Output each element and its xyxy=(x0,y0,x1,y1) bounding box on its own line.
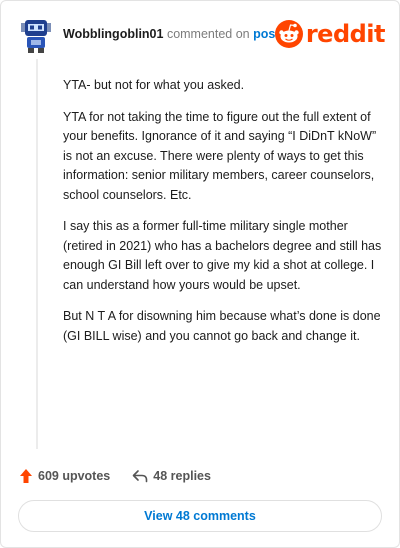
robot-avatar-icon xyxy=(21,20,51,53)
avatar[interactable] xyxy=(19,17,53,53)
upvote-button[interactable]: 609 upvotes xyxy=(19,468,110,484)
author-line: Wobblingoblin01 commented on post xyxy=(63,26,280,42)
reddit-logo[interactable]: reddit xyxy=(274,19,386,49)
comment-actions: 609 upvotes 48 replies xyxy=(19,466,211,486)
upvote-arrow-icon xyxy=(20,469,32,483)
action-text: commented on xyxy=(166,27,250,41)
comment-card: Wobblingoblin01 commented on post reddit… xyxy=(0,0,400,548)
reply-count: 48 replies xyxy=(153,469,211,483)
comment-paragraph: YTA- but not for what you asked. xyxy=(63,78,245,92)
upvote-count: 609 upvotes xyxy=(38,469,111,483)
comment-header: Wobblingoblin01 commented on post reddit xyxy=(19,15,386,55)
comment-paragraph: YTA for not taking the time to figure ou… xyxy=(63,109,377,202)
comment-paragraph: But N T A for disowning him because what… xyxy=(63,309,381,343)
replies-button[interactable]: 48 replies xyxy=(132,469,211,483)
comment-body: YTA- but not for what you asked. YTA for… xyxy=(63,76,385,358)
reddit-wordmark: reddit xyxy=(305,20,386,48)
view-comments-button[interactable]: View 48 comments xyxy=(18,500,382,532)
reddit-alien-icon xyxy=(274,20,303,48)
comment-paragraph: I say this as a former full-time militar… xyxy=(63,219,382,292)
author-name[interactable]: Wobblingoblin01 xyxy=(63,27,163,41)
reply-arrow-icon xyxy=(132,470,148,483)
thread-line xyxy=(36,59,38,449)
